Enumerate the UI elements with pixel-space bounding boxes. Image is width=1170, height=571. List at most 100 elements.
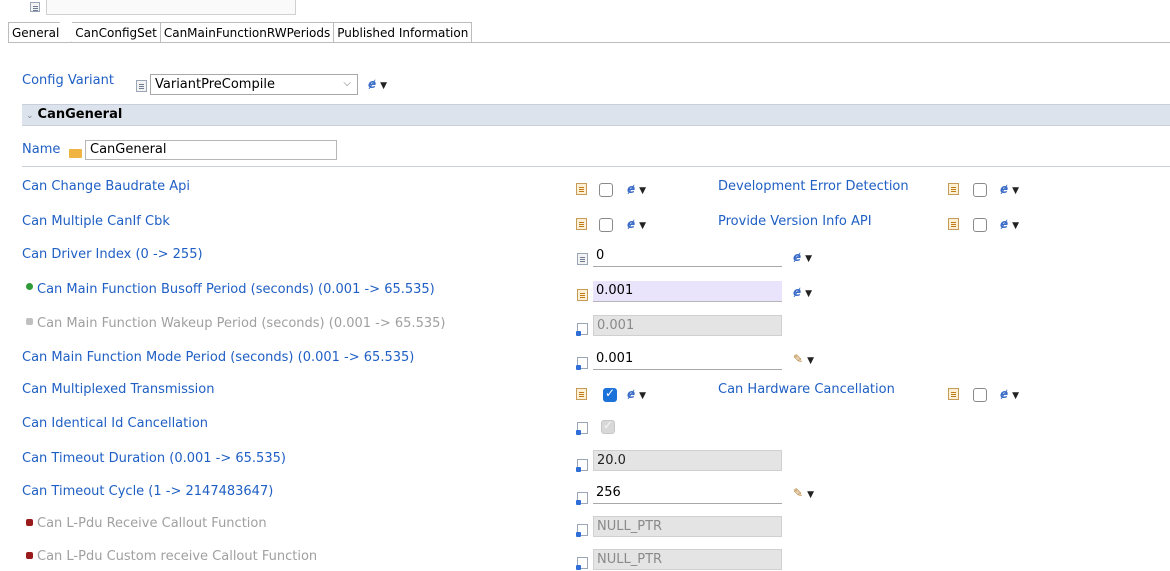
- mode-period-menu[interactable]: ✎ ▼: [793, 352, 814, 366]
- name-label: Name: [22, 142, 61, 157]
- lpdu-custom-label: Can L-Pdu Custom receive Callout Functio…: [37, 549, 318, 564]
- hw-cancel-menu[interactable]: ɇ ▼: [1000, 387, 1019, 401]
- section-title: CanGeneral: [37, 107, 123, 122]
- status-dot-icon: [26, 283, 33, 290]
- caret-down-icon: ▼: [639, 221, 647, 231]
- timeout-cycle-label: Can Timeout Cycle (1 -> 2147483647): [22, 484, 274, 499]
- driver-index-label: Can Driver Index (0 -> 255): [22, 247, 203, 262]
- pencil-icon: ✎: [793, 486, 804, 500]
- version-info-label: Provide Version Info API: [718, 214, 872, 229]
- caret-down-icon: ▼: [807, 356, 814, 366]
- multiplexed-checkbox[interactable]: [603, 386, 617, 402]
- caret-down-icon: ▼: [807, 490, 814, 500]
- timeout-cycle-input[interactable]: 256: [593, 483, 782, 504]
- wand-icon: ɇ: [627, 182, 636, 196]
- change-baudrate-checkbox[interactable]: [599, 183, 613, 197]
- config-variant-value: VariantPreCompile: [155, 77, 275, 92]
- caret-down-icon: ▼: [639, 391, 647, 401]
- caret-down-icon: ▼: [1012, 221, 1020, 231]
- calc-icon: [948, 388, 959, 400]
- pencil-icon: ✎: [793, 352, 804, 366]
- busoff-period-input[interactable]: 0.001: [593, 281, 782, 302]
- lock-icon: [576, 524, 588, 537]
- status-dot-icon: [26, 519, 33, 526]
- dev-error-checkbox[interactable]: [973, 183, 987, 197]
- lpdu-receive-label: Can L-Pdu Receive Callout Function: [37, 516, 267, 531]
- section-cangeneral[interactable]: ⌄ CanGeneral: [22, 104, 1170, 126]
- tab-canconfigset[interactable]: CanConfigSet: [72, 22, 161, 43]
- config-variant-menu[interactable]: ɇ ▼: [368, 77, 387, 91]
- caret-down-icon: ▼: [1012, 391, 1020, 401]
- lpdu-custom-input: NULL_PTR: [593, 549, 782, 570]
- caret-down-icon: ▼: [380, 81, 388, 91]
- change-baudrate-label: Can Change Baudrate Api: [22, 179, 190, 194]
- wand-icon: ɇ: [793, 250, 802, 264]
- wand-icon: ɇ: [368, 77, 377, 91]
- caret-down-icon: ▼: [805, 289, 813, 299]
- hw-cancel-label: Can Hardware Cancellation: [718, 382, 895, 397]
- timeout-duration-label: Can Timeout Duration (0.001 -> 65.535): [22, 451, 286, 466]
- caret-down-icon: ▼: [639, 186, 647, 196]
- caret-down-icon: ▼: [805, 254, 813, 264]
- status-dot-icon: [26, 318, 33, 325]
- chevron-down-icon: ⌵: [343, 78, 351, 89]
- tab-bar: General CanConfigSet CanMainFunctionRWPe…: [8, 22, 473, 43]
- version-info-checkbox[interactable]: [973, 218, 987, 232]
- dev-error-label: Development Error Detection: [718, 179, 909, 194]
- mode-period-label: Can Main Function Mode Period (seconds) …: [22, 350, 415, 365]
- lpdu-receive-input: NULL_PTR: [593, 516, 782, 537]
- wakeup-period-input: 0.001: [593, 315, 782, 336]
- document-icon: [577, 253, 588, 265]
- multiple-canif-menu[interactable]: ɇ ▼: [627, 217, 646, 231]
- status-dot-icon: [26, 552, 33, 559]
- folder-icon: [69, 149, 82, 158]
- tab-canmainfunctionrwperiods[interactable]: CanMainFunctionRWPeriods: [160, 22, 335, 43]
- timeout-cycle-menu[interactable]: ✎ ▼: [793, 486, 814, 500]
- change-baudrate-menu[interactable]: ɇ ▼: [627, 182, 646, 196]
- multiple-canif-label: Can Multiple CanIf Cbk: [22, 214, 170, 229]
- calc-icon: [576, 218, 587, 230]
- identical-id-label: Can Identical Id Cancellation: [22, 416, 209, 431]
- mode-period-input[interactable]: 0.001: [593, 349, 782, 370]
- identical-id-checkbox: [601, 418, 615, 434]
- lock-icon: [576, 323, 588, 336]
- calc-icon: [948, 218, 959, 230]
- lock-icon: [576, 557, 588, 570]
- document-icon: [30, 2, 40, 12]
- version-info-menu[interactable]: ɇ ▼: [1000, 217, 1019, 231]
- calc-icon: [577, 289, 588, 301]
- config-variant-select[interactable]: VariantPreCompile ⌵: [150, 74, 358, 95]
- wand-icon: ɇ: [1000, 182, 1009, 196]
- lock-icon: [576, 492, 588, 505]
- document-icon: [136, 80, 147, 92]
- wand-icon: ɇ: [627, 217, 636, 231]
- collapse-icon: ⌄: [26, 111, 34, 121]
- dev-error-menu[interactable]: ɇ ▼: [1000, 182, 1019, 196]
- driver-index-menu[interactable]: ɇ ▼: [793, 250, 812, 264]
- wakeup-period-label: Can Main Function Wakeup Period (seconds…: [37, 316, 446, 331]
- tab-published-information[interactable]: Published Information: [334, 22, 473, 43]
- divider: [22, 166, 1170, 167]
- multiplexed-label: Can Multiplexed Transmission: [22, 382, 215, 397]
- top-strip: [0, 0, 1170, 22]
- multiple-canif-checkbox[interactable]: [599, 218, 613, 232]
- lock-icon: [576, 459, 588, 472]
- top-field[interactable]: [46, 0, 296, 15]
- wand-icon: ɇ: [627, 387, 636, 401]
- busoff-period-menu[interactable]: ɇ ▼: [793, 285, 812, 299]
- busoff-period-label: Can Main Function Busoff Period (seconds…: [37, 282, 435, 297]
- driver-index-input[interactable]: 0: [593, 246, 782, 267]
- config-variant-label: Config Variant: [22, 73, 114, 88]
- calc-icon: [576, 183, 587, 195]
- multiplexed-menu[interactable]: ɇ ▼: [627, 387, 646, 401]
- name-input[interactable]: CanGeneral: [85, 140, 337, 160]
- tab-divider: [8, 42, 1170, 43]
- wand-icon: ɇ: [1000, 387, 1009, 401]
- wand-icon: ɇ: [1000, 217, 1009, 231]
- calc-icon: [576, 388, 587, 400]
- hw-cancel-checkbox[interactable]: [973, 388, 987, 402]
- lock-icon: [576, 422, 588, 435]
- caret-down-icon: ▼: [1012, 186, 1020, 196]
- tab-general[interactable]: General: [8, 22, 73, 43]
- timeout-duration-input: 20.0: [593, 450, 782, 471]
